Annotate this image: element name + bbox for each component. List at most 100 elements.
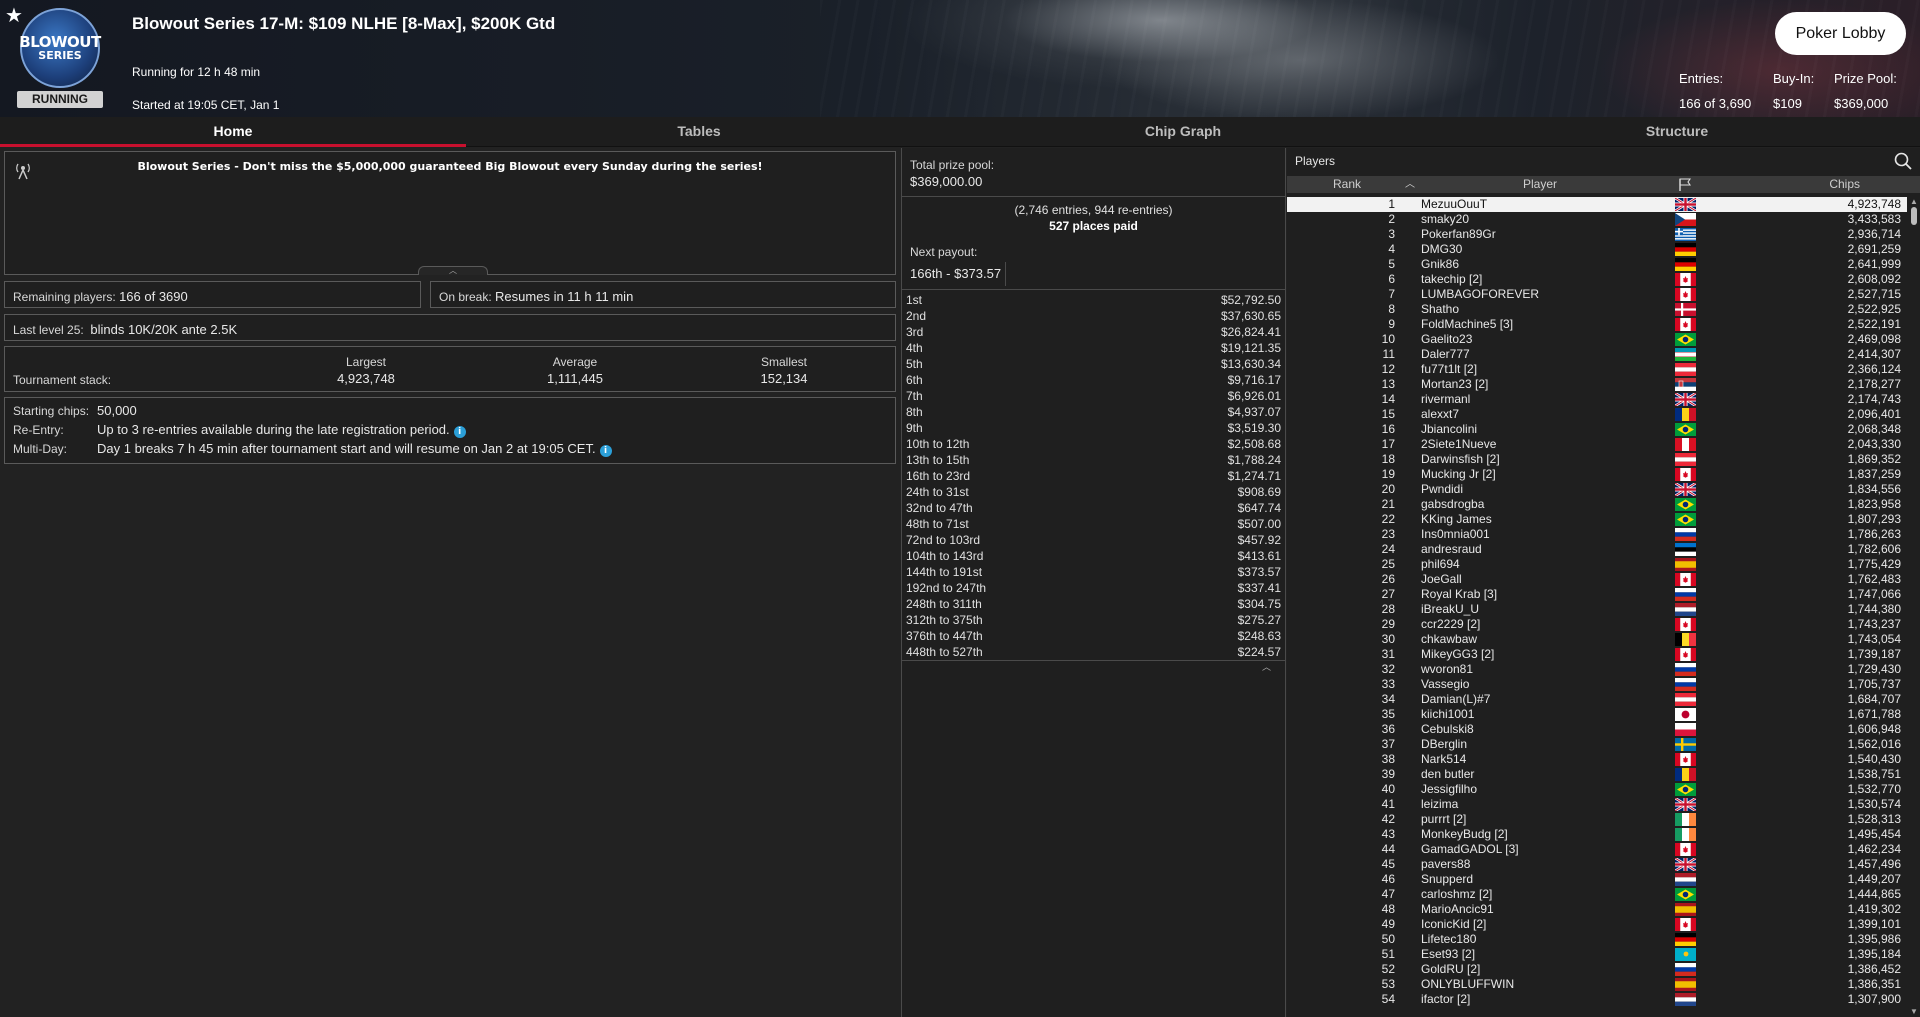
table-row[interactable]: 4 DMG30 2,691,259	[1287, 242, 1907, 257]
table-row[interactable]: 51 Eset93 [2] 1,395,184	[1287, 947, 1907, 962]
table-row[interactable]: 20 Pwndidi 1,834,556	[1287, 481, 1907, 498]
table-row[interactable]: 3 Pokerfan89Gr 2,936,714	[1287, 227, 1907, 242]
table-row[interactable]: 9 FoldMachine5 [3] 2,522,191	[1287, 317, 1907, 332]
table-row[interactable]: 35 kiichi1001 1,671,788	[1287, 707, 1907, 722]
table-row[interactable]: 48 MarioAncic91 1,419,302	[1287, 902, 1907, 917]
table-row[interactable]: 15 alexxt7 2,096,401	[1287, 407, 1907, 422]
table-row[interactable]: 22 KKing James 1,807,293	[1287, 512, 1907, 527]
table-row[interactable]: 6 takechip [2] 2,608,092	[1287, 272, 1907, 287]
stack-label: Tournament stack:	[13, 373, 112, 387]
scroll-down-icon[interactable]: ▼	[1908, 1007, 1920, 1017]
table-row[interactable]: 40 Jessigfilho 1,532,770	[1287, 782, 1907, 797]
table-row[interactable]: 46 Snupperd 1,449,207	[1287, 872, 1907, 887]
table-row[interactable]: 24 andresraud 1,782,606	[1287, 542, 1907, 557]
table-row[interactable]: 52 GoldRU [2] 1,386,452	[1287, 962, 1907, 977]
country-flag-icon	[1675, 348, 1696, 361]
info-icon[interactable]: i	[453, 426, 466, 438]
buyin-value: $109	[1773, 96, 1802, 111]
payout-row: 48th to 71st $507.00	[906, 516, 1281, 532]
table-row[interactable]: 14 rivermanl 2,174,743	[1287, 391, 1907, 408]
table-row[interactable]: 21 gabsdrogba 1,823,958	[1287, 497, 1907, 512]
table-row[interactable]: 38 Nark514 1,540,430	[1287, 752, 1907, 767]
chips-column-header[interactable]: Chips	[1829, 176, 1860, 193]
search-icon[interactable]	[1893, 151, 1913, 171]
table-row[interactable]: 30 chkawbaw 1,743,054	[1287, 632, 1907, 647]
prize-pool-value: $369,000	[1834, 96, 1889, 111]
player-chips: 2,469,098	[1847, 332, 1901, 346]
country-flag-icon	[1674, 391, 1697, 408]
table-row[interactable]: 32 wvoron81 1,729,430	[1287, 662, 1907, 677]
table-row[interactable]: 49 IconicKid [2] 1,399,101	[1287, 917, 1907, 932]
table-row[interactable]: 27 Royal Krab [3] 1,747,066	[1287, 587, 1907, 602]
table-row[interactable]: 23 Ins0mnia001 1,786,263	[1287, 527, 1907, 542]
table-row[interactable]: 33 Vassegio 1,705,737	[1287, 677, 1907, 692]
player-rank: 41	[1381, 797, 1395, 811]
table-row[interactable]: 7 LUMBAGOFOREVER 2,527,715	[1287, 287, 1907, 302]
tab-tables[interactable]: Tables	[466, 117, 932, 147]
table-row[interactable]: 25 phil694 1,775,429	[1287, 557, 1907, 572]
player-column-header[interactable]: Player	[1523, 176, 1557, 193]
table-row[interactable]: 53 ONLYBLUFFWIN 1,386,351	[1287, 977, 1907, 992]
scroll-thumb[interactable]	[1911, 207, 1917, 225]
table-row[interactable]: 18 Darwinsfish [2] 1,869,352	[1287, 452, 1907, 467]
player-name: alexxt7	[1421, 407, 1460, 421]
player-name: JoeGall	[1421, 572, 1462, 586]
payout-row: 4th $19,121.35	[906, 340, 1281, 356]
player-chips: 2,178,277	[1847, 377, 1901, 391]
table-row[interactable]: 47 carloshmz [2] 1,444,865	[1287, 887, 1907, 902]
table-row[interactable]: 41 leizima 1,530,574	[1287, 796, 1907, 813]
payout-row: 13th to 15th $1,788.24	[906, 452, 1281, 468]
country-flag-icon	[1674, 481, 1697, 498]
table-row[interactable]: 54 ifactor [2] 1,307,900	[1287, 992, 1907, 1007]
table-row[interactable]: 5 Gnik86 2,641,999	[1287, 257, 1907, 272]
table-row[interactable]: 42 purrrt [2] 1,528,313	[1287, 812, 1907, 827]
table-row[interactable]: 28 iBreakU_U 1,744,380	[1287, 602, 1907, 617]
table-row[interactable]: 2 smaky20 3,433,583	[1287, 212, 1907, 227]
country-flag-icon	[1675, 513, 1696, 526]
table-row[interactable]: 34 Damian(L)#7 1,684,707	[1287, 692, 1907, 707]
country-flag-icon	[1675, 663, 1696, 676]
payout-amount: $6,926.01	[1227, 389, 1281, 403]
payout-row: 5th $13,630.34	[906, 356, 1281, 372]
table-row[interactable]: 31 MikeyGG3 [2] 1,739,187	[1287, 647, 1907, 662]
player-chips: 1,823,958	[1847, 497, 1901, 511]
table-row[interactable]: 19 Mucking Jr [2] 1,837,259	[1287, 467, 1907, 482]
scroll-up-icon[interactable]: ▲	[1908, 197, 1920, 207]
places-paid: 527 places paid	[1049, 219, 1138, 233]
table-row[interactable]: 1 MezuuOuuT 4,923,748	[1287, 197, 1907, 213]
table-row[interactable]: 44 GamadGADOL [3] 1,462,234	[1287, 842, 1907, 857]
table-row[interactable]: 17 2Siete1Nueve 2,043,330	[1287, 437, 1907, 452]
tab-home[interactable]: Home	[0, 117, 466, 147]
star-icon[interactable]: ★	[5, 3, 23, 28]
collapse-payouts-icon[interactable]: ︿	[1262, 660, 1271, 673]
player-chips: 2,414,307	[1847, 347, 1901, 361]
player-chips: 2,096,401	[1847, 407, 1901, 421]
tab-chip-graph[interactable]: Chip Graph	[932, 117, 1434, 147]
table-row[interactable]: 12 fu77t1lt [2] 2,366,124	[1287, 362, 1907, 377]
player-chips: 1,743,237	[1847, 617, 1901, 631]
table-row[interactable]: 13 Mortan23 [2] 2,178,277	[1287, 377, 1907, 392]
table-row[interactable]: 29 ccr2229 [2] 1,743,237	[1287, 617, 1907, 632]
table-row[interactable]: 16 Jbiancolini 2,068,348	[1287, 422, 1907, 437]
player-name: gabsdrogba	[1421, 497, 1485, 511]
sort-ascending-icon[interactable]: ︿	[1405, 176, 1415, 193]
table-row[interactable]: 45 pavers88 1,457,496	[1287, 856, 1907, 873]
table-row[interactable]: 26 JoeGall 1,762,483	[1287, 572, 1907, 587]
tab-structure[interactable]: Structure	[1434, 117, 1920, 147]
table-row[interactable]: 11 Daler777 2,414,307	[1287, 347, 1907, 362]
table-row[interactable]: 36 Cebulski8 1,606,948	[1287, 722, 1907, 737]
table-row[interactable]: 37 DBerglin 1,562,016	[1287, 737, 1907, 752]
country-flag-icon	[1675, 933, 1696, 946]
table-row[interactable]: 43 MonkeyBudg [2] 1,495,454	[1287, 827, 1907, 842]
table-row[interactable]: 50 Lifetec180 1,395,986	[1287, 932, 1907, 947]
player-name: ifactor [2]	[1421, 992, 1471, 1006]
rank-column-header[interactable]: Rank	[1333, 176, 1361, 193]
info-icon[interactable]: i	[599, 445, 612, 457]
flag-icon[interactable]	[1678, 178, 1692, 191]
table-row[interactable]: 39 den butler 1,538,751	[1287, 767, 1907, 782]
table-row[interactable]: 10 Gaelito23 2,469,098	[1287, 332, 1907, 347]
table-row[interactable]: 8 Shatho 2,522,925	[1287, 302, 1907, 317]
collapse-news-handle[interactable]: ︿	[418, 266, 488, 275]
poker-lobby-button[interactable]: Poker Lobby	[1775, 12, 1906, 55]
players-scrollbar[interactable]: ▲ ▼	[1908, 197, 1920, 1017]
